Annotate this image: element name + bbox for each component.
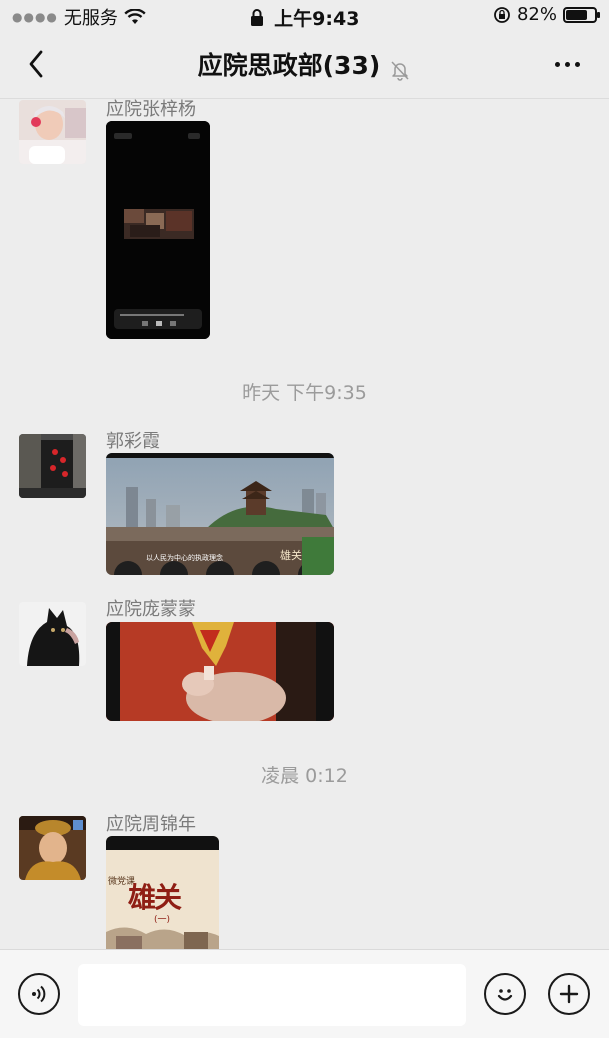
more-dot-icon	[564, 61, 570, 67]
status-right: 82%	[493, 4, 600, 25]
avatar-image	[19, 434, 86, 498]
avatar-image	[19, 602, 86, 666]
more-dot-icon	[554, 61, 560, 67]
video-watermark: 雄关	[280, 549, 302, 562]
mute-bell-icon	[391, 60, 409, 81]
timestamp: 昨天 下午9:35	[242, 382, 367, 404]
emoji-button[interactable]	[484, 973, 526, 1015]
sender-name: 应院庞蒙蒙	[106, 599, 196, 620]
voice-icon	[32, 985, 46, 1003]
lock-icon	[250, 9, 263, 26]
clock-time: 上午9:43	[274, 8, 360, 30]
more-dot-icon	[574, 61, 580, 67]
battery-icon	[563, 6, 600, 23]
input-bar	[0, 949, 609, 1038]
rotation-lock-icon	[494, 6, 510, 23]
avatar[interactable]	[19, 434, 86, 498]
smiley-icon	[497, 989, 513, 1001]
avatar[interactable]	[19, 816, 86, 880]
sender-name: 应院张梓杨	[106, 99, 196, 120]
video-message-thumbnail[interactable]: 以人民为中心的执政理念 雄关	[106, 453, 334, 575]
video-message-thumbnail[interactable]	[106, 622, 334, 721]
chat-message-list[interactable]: 应院张梓杨 昨天 下午9:35 郭彩霞 以人民为中心的执政理念 雄关 应院庞蒙蒙…	[0, 99, 609, 949]
more-options-button[interactable]	[545, 46, 589, 82]
battery-percent: 82%	[516, 4, 557, 25]
poster-title: 雄关	[128, 881, 182, 914]
voice-input-button[interactable]	[18, 973, 60, 1015]
timestamp: 凌晨 0:12	[261, 765, 348, 787]
video-message-thumbnail[interactable]: 微党课 雄关 (一)	[106, 836, 219, 949]
more-functions-button[interactable]	[548, 973, 590, 1015]
battery-fill	[566, 9, 587, 20]
sender-name: 郭彩霞	[106, 431, 160, 452]
plus-icon	[559, 984, 579, 1004]
poster-subtitle: (一)	[154, 915, 171, 925]
nav-bar: 应院思政部(33)	[0, 32, 609, 99]
avatar[interactable]	[19, 602, 86, 666]
status-bar: ●●●● 无服务 上午9:43 82%	[0, 0, 609, 32]
avatar-image	[19, 100, 86, 164]
avatar-image	[19, 816, 86, 880]
avatar[interactable]	[19, 100, 86, 164]
video-message-thumbnail[interactable]	[106, 121, 210, 339]
chat-title: 应院思政部(33)	[197, 51, 381, 80]
nav-title-wrap: 应院思政部(33)	[0, 46, 609, 82]
sender-name: 应院周锦年	[106, 814, 196, 835]
phone-screenshot-image	[106, 121, 210, 339]
message-input[interactable]	[78, 964, 466, 1026]
video-subtitle: 以人民为中心的执政理念	[146, 554, 223, 562]
video-thumbnail-image	[106, 622, 334, 721]
